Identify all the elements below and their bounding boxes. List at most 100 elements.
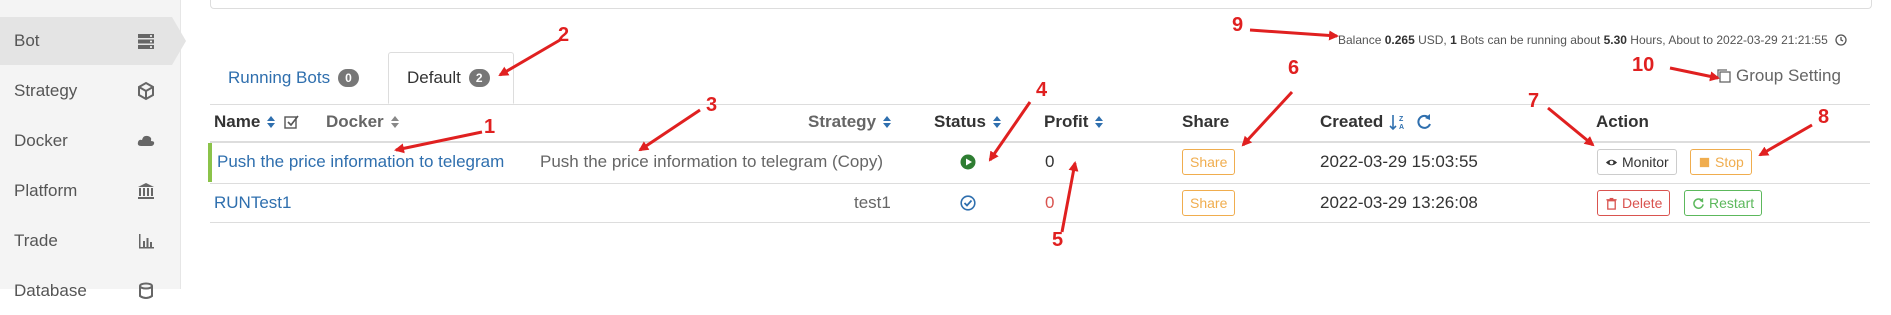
header-status-label: Status xyxy=(934,112,986,131)
header-share: Share xyxy=(1182,112,1229,132)
balance-amount: 0.265 xyxy=(1384,33,1415,47)
svg-text:A: A xyxy=(1399,124,1404,131)
header-strategy-label: Strategy xyxy=(808,112,877,131)
profit-value: 0 xyxy=(1045,193,1055,212)
restart-button[interactable]: Restart xyxy=(1684,190,1763,216)
annotation-5: 5 xyxy=(1052,229,1064,251)
sort-icon[interactable] xyxy=(1094,115,1104,129)
refresh-icon[interactable] xyxy=(1415,113,1433,131)
annotation-2: 2 xyxy=(558,24,570,46)
annotation-8: 8 xyxy=(1818,106,1830,128)
restart-icon xyxy=(1693,197,1704,209)
row-divider xyxy=(210,222,1870,223)
header-profit[interactable]: Profit xyxy=(1044,112,1104,132)
bot-name-link[interactable]: RUNTest1 xyxy=(214,193,291,213)
header-action: Action xyxy=(1596,112,1649,132)
sidebar-item-label: Docker xyxy=(14,131,68,150)
strategy-name[interactable]: test1 xyxy=(854,193,891,213)
sidebar-item-trade[interactable]: Trade xyxy=(0,217,180,265)
bots-count: 1 xyxy=(1450,33,1457,47)
sidebar-item-database[interactable]: Database xyxy=(0,267,180,315)
strategy-name[interactable]: Push the price information to telegram (… xyxy=(540,152,883,172)
sidebar-item-strategy[interactable]: Strategy xyxy=(0,67,180,115)
monitor-button[interactable]: Monitor xyxy=(1597,149,1677,175)
sort-icon[interactable] xyxy=(882,115,892,129)
header-action-label: Action xyxy=(1596,112,1649,131)
annotation-4: 4 xyxy=(1036,79,1048,101)
running-status-icon xyxy=(960,154,976,170)
sidebar: Bot Strategy Docker Platform Trade Datab… xyxy=(0,0,186,300)
header-created[interactable]: Created ZA xyxy=(1320,112,1433,132)
group-setting-label: Group Setting xyxy=(1736,66,1841,85)
bank-icon xyxy=(136,181,156,201)
clock-icon[interactable] xyxy=(1835,34,1847,46)
sort-icon[interactable] xyxy=(992,115,1002,129)
tab-label: Running Bots xyxy=(228,68,331,87)
checkbox-icon[interactable] xyxy=(284,114,300,130)
sidebar-item-label: Database xyxy=(14,281,87,300)
profit-value: 0 xyxy=(1045,152,1055,171)
annotation-7: 7 xyxy=(1528,90,1540,112)
tab-divider xyxy=(210,104,1870,105)
annotation-3: 3 xyxy=(706,94,718,116)
stop-label: Stop xyxy=(1715,154,1744,170)
created-time: 2022-03-29 15:03:55 xyxy=(1320,152,1478,171)
header-share-label: Share xyxy=(1182,112,1230,131)
tab-count-badge: 2 xyxy=(468,69,490,87)
tab-default[interactable]: Default 2 xyxy=(388,52,514,104)
bots-text: Bots can be running about xyxy=(1460,33,1601,47)
eye-icon xyxy=(1605,159,1618,165)
stopped-status-icon xyxy=(960,195,976,211)
monitor-label: Monitor xyxy=(1622,154,1669,170)
balance-prefix: Balance xyxy=(1338,33,1382,47)
header-docker[interactable]: Docker xyxy=(326,112,400,132)
sidebar-item-platform[interactable]: Platform xyxy=(0,167,180,215)
tab-running-bots[interactable]: Running Bots 0 xyxy=(228,52,368,104)
stop-icon xyxy=(1699,157,1710,167)
sidebar-item-label: Bot xyxy=(14,31,40,50)
delete-button[interactable]: Delete xyxy=(1597,190,1671,216)
header-name-label: Name xyxy=(214,112,261,131)
cube-icon xyxy=(136,81,156,101)
restart-label: Restart xyxy=(1709,195,1755,211)
header-strategy[interactable]: Strategy xyxy=(808,112,892,132)
annotation-1: 1 xyxy=(484,116,496,138)
balance-currency: USD, xyxy=(1418,33,1447,47)
sort-icon[interactable] xyxy=(266,115,276,129)
copy-icon xyxy=(1717,69,1731,83)
bar-chart-icon xyxy=(136,231,156,251)
cloud-icon xyxy=(136,131,156,151)
header-status[interactable]: Status xyxy=(934,112,1002,132)
database-icon xyxy=(136,281,156,301)
group-setting-button[interactable]: Group Setting xyxy=(1716,66,1841,86)
annotation-10: 10 xyxy=(1632,54,1655,76)
sidebar-item-label: Platform xyxy=(14,181,78,200)
sidebar-item-bot[interactable]: Bot xyxy=(0,17,186,65)
server-icon xyxy=(136,31,156,51)
share-button[interactable]: Share xyxy=(1182,190,1236,216)
sidebar-item-label: Trade xyxy=(14,231,58,250)
header-name[interactable]: Name xyxy=(214,112,300,132)
annotation-9: 9 xyxy=(1232,14,1244,36)
sort-icon[interactable] xyxy=(390,115,400,129)
bot-name-link[interactable]: Push the price information to telegram xyxy=(217,152,504,172)
stop-button[interactable]: Stop xyxy=(1690,149,1752,175)
header-created-label: Created xyxy=(1320,112,1384,131)
sidebar-item-label: Strategy xyxy=(14,81,78,100)
hours-value: 5.30 xyxy=(1603,33,1627,47)
sidebar-item-docker[interactable]: Docker xyxy=(0,117,180,165)
annotation-6: 6 xyxy=(1288,57,1300,79)
header-profit-label: Profit xyxy=(1044,112,1089,131)
svg-text:Z: Z xyxy=(1399,116,1404,123)
header-divider xyxy=(210,141,1870,143)
hours-text: Hours, About to 2022-03-29 21:21:55 xyxy=(1630,33,1828,47)
tab-count-badge: 0 xyxy=(338,69,359,87)
sort-alpha-icon[interactable]: ZA xyxy=(1389,113,1407,131)
trash-icon xyxy=(1606,197,1617,210)
tab-label: Default xyxy=(407,68,461,87)
share-button[interactable]: Share xyxy=(1182,149,1236,175)
delete-label: Delete xyxy=(1622,195,1663,211)
row-divider xyxy=(210,183,1870,184)
created-time: 2022-03-29 13:26:08 xyxy=(1320,193,1478,212)
balance-info: Balance 0.265 USD, 1 Bots can be running… xyxy=(1338,33,1847,47)
